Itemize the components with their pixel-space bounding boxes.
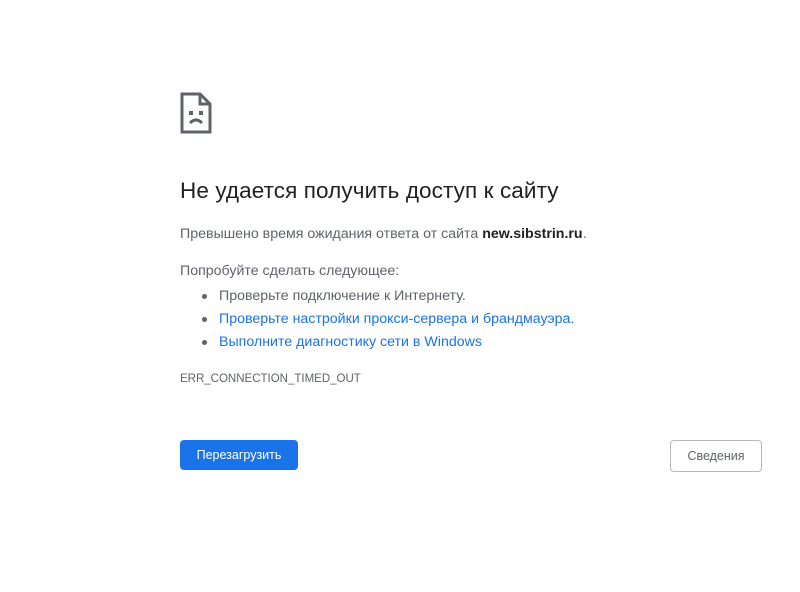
details-button[interactable]: Сведения: [670, 440, 762, 472]
suggestion-label: Проверьте подключение к Интернету.: [219, 288, 466, 304]
check-proxy-link[interactable]: Проверьте настройки прокси-сервера и бра…: [219, 311, 574, 327]
error-code: ERR_CONNECTION_TIMED_OUT: [180, 373, 361, 385]
error-summary: Превышено время ожидания ответа от сайта…: [180, 226, 587, 242]
host-name: new.sibstrin.ru: [482, 226, 583, 242]
suggestion-run-diagnostics: Выполните диагностику сети в Windows: [180, 332, 574, 355]
bullet-icon: [202, 294, 207, 299]
suggestions-heading: Попробуйте сделать следующее:: [180, 263, 400, 279]
page-title: Не удается получить доступ к сайту: [180, 178, 559, 203]
suggestion-check-connection: Проверьте подключение к Интернету.: [180, 286, 574, 309]
summary-suffix: .: [582, 226, 587, 242]
suggestion-check-proxy: Проверьте настройки прокси-сервера и бра…: [180, 309, 574, 332]
bullet-icon: [202, 317, 207, 322]
network-diagnostics-link[interactable]: Выполните диагностику сети в Windows: [219, 334, 482, 350]
error-page: Не удается получить доступ к сайту Превы…: [0, 0, 800, 592]
bullet-icon: [202, 340, 207, 345]
suggestions-list: Проверьте подключение к Интернету. Прове…: [180, 286, 574, 355]
sad-document-icon: [180, 92, 212, 134]
reload-button[interactable]: Перезагрузить: [180, 440, 298, 470]
summary-prefix: Превышено время ожидания ответа от сайта: [180, 226, 483, 242]
